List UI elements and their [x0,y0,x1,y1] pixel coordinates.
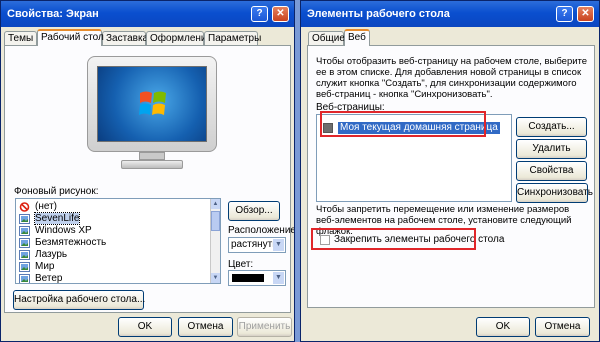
close-button[interactable]: ✕ [272,6,289,22]
background-list-item[interactable]: Windows XP [16,225,220,237]
chevron-down-icon[interactable]: ▼ [273,272,284,284]
image-file-icon [19,238,30,248]
background-list-item[interactable]: Мир [16,261,220,273]
image-file-icon [19,250,30,260]
background-name: Безмятежность [35,237,107,248]
background-list-item[interactable]: Лазурь [16,249,220,261]
monitor-preview [87,56,217,176]
web-tab-panel: Чтобы отобразить веб-страницу на рабочем… [307,45,595,308]
background-name: (нет) [35,201,57,212]
delete-button[interactable]: Удалить [516,139,587,159]
background-name: Мир [35,261,55,272]
color-swatch [232,274,264,282]
background-list-item[interactable]: Ветер [16,273,220,284]
none-icon [19,202,30,212]
background-list-scrollbar[interactable]: ▲ ▼ [210,199,220,283]
scroll-thumb[interactable] [211,211,220,231]
position-select[interactable]: растянуть ▼ [228,237,286,253]
tab-appearance[interactable]: Оформление [146,31,212,46]
title-bar[interactable]: Свойства: Экран ? ✕ [1,1,294,27]
monitor-stand-base [121,160,183,169]
position-label: Расположение: [228,225,295,236]
browse-button[interactable]: Обзор... [228,201,280,221]
windows-logo-icon [139,91,166,115]
image-file-icon [19,262,30,272]
image-file-icon [19,214,30,224]
background-name: Лазурь [35,249,68,260]
image-file-icon [19,274,30,283]
tab-themes[interactable]: Темы [4,31,37,46]
background-list-item[interactable]: Безмятежность [16,237,220,249]
help-button[interactable]: ? [556,6,573,22]
background-list-item[interactable]: SevenLife [16,212,220,225]
create-button[interactable]: Создать... [516,117,587,137]
desktop-tab-panel: Фоновый рисунок: (нет) SevenLife Windows X… [4,45,294,313]
web-description: Чтобы отобразить веб-страницу на рабочем… [316,56,588,100]
scroll-down-icon[interactable]: ▼ [211,273,220,283]
title-bar[interactable]: Элементы рабочего стола ? ✕ [301,1,599,27]
background-label: Фоновый рисунок: [14,186,99,197]
scroll-up-icon[interactable]: ▲ [211,199,220,209]
position-value: растянуть [231,239,278,250]
monitor-stand-neck [139,152,165,160]
tab-desktop[interactable]: Рабочий стол [37,29,104,46]
customize-desktop-button[interactable]: Настройка рабочего стола... [13,290,145,310]
tab-settings[interactable]: Параметры [204,31,261,46]
window-title: Элементы рабочего стола [307,8,450,20]
background-list[interactable]: (нет) SevenLife Windows XP Безмятежность Лаз… [15,198,221,284]
properties-button[interactable]: Свойства [516,161,587,181]
color-label: Цвет: [228,259,254,270]
highlight-box [311,228,476,250]
chevron-down-icon[interactable]: ▼ [273,239,284,251]
display-properties-window: Свойства: Экран ? ✕ Темы Рабочий стол За… [0,0,295,342]
apply-button[interactable]: Применить [237,317,292,337]
desktop-items-window: Элементы рабочего стола ? ✕ Общие Веб Чт… [300,0,600,342]
color-picker[interactable]: ▼ [228,270,286,286]
tab-general[interactable]: Общие [308,31,345,46]
background-list-item[interactable]: (нет) [16,201,220,213]
ok-button[interactable]: OK [476,317,530,337]
background-name: SevenLife [33,212,81,225]
monitor-frame [87,56,217,152]
highlight-box [320,111,486,137]
window-title: Свойства: Экран [7,8,99,20]
desktop-preview-screen [97,66,207,142]
help-button[interactable]: ? [251,6,268,22]
cancel-button[interactable]: Отмена [178,317,233,337]
tab-web[interactable]: Веб [344,29,370,46]
background-name: Ветер [35,273,63,284]
close-button[interactable]: ✕ [577,6,594,22]
cancel-button[interactable]: Отмена [535,317,590,337]
background-name: Windows XP [35,225,92,236]
tab-screensaver[interactable]: Заставка [102,31,148,46]
synchronize-button[interactable]: Синхронизовать [516,183,593,203]
image-file-icon [19,226,30,236]
ok-button[interactable]: OK [118,317,172,337]
